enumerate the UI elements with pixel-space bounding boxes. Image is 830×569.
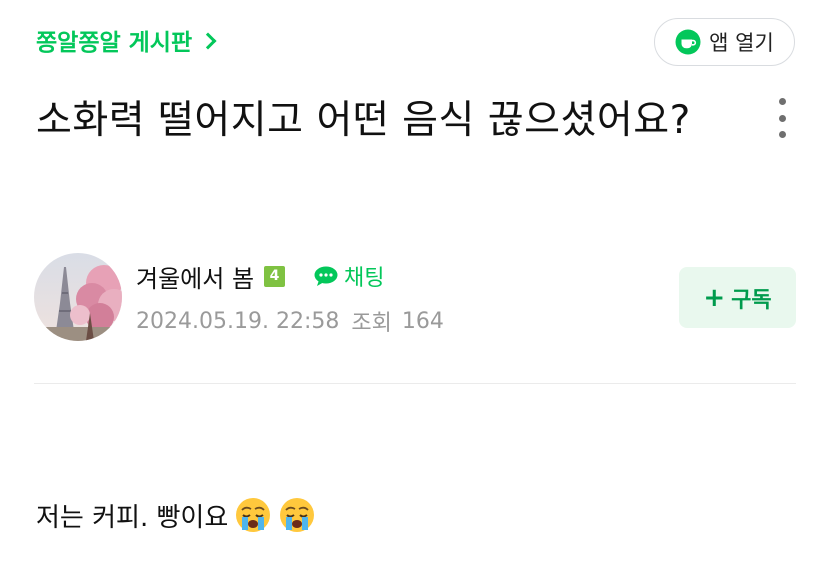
subscribe-label: 구독 (731, 287, 772, 313)
chat-bubble-icon (313, 265, 339, 287)
more-vertical-icon-dot (778, 131, 786, 138)
post-body-text: 저는 커피. 빵이요 (36, 502, 229, 533)
author-avatar[interactable] (34, 253, 122, 341)
chat-button[interactable]: 채팅 (313, 260, 385, 292)
author-name[interactable]: 겨울에서 봄 (136, 259, 254, 294)
more-options-button[interactable] (770, 98, 794, 138)
board-link[interactable]: 쫑알쫑알 게시판 (36, 22, 217, 58)
plus-icon: + (703, 282, 726, 313)
more-vertical-icon (778, 98, 786, 105)
chat-label: 채팅 (344, 266, 385, 291)
app-open-label: 앱 열기 (709, 31, 774, 55)
subscribe-button[interactable]: + 구독 (679, 267, 796, 328)
post-meta: 2024.05.19. 22:58 조회 164 (136, 304, 444, 338)
member-level-badge: 4 (264, 265, 286, 287)
divider (34, 383, 796, 384)
cafe-cup-icon (675, 29, 701, 55)
post-date: 2024.05.19. 22:58 (136, 308, 340, 334)
post-body: 저는 커피. 빵이요 (36, 492, 316, 538)
views-label: 조회 (351, 311, 392, 336)
board-name: 쫑알쫑알 게시판 (36, 30, 193, 56)
chevron-right-icon (199, 32, 217, 50)
crying-face-emoji (234, 496, 272, 534)
crying-face-emoji (278, 496, 316, 534)
author-info: 겨울에서 봄 4 채팅 (136, 256, 385, 296)
post-title: 소화력 떨어지고 어떤 음식 끊으셨어요? (36, 98, 691, 143)
app-open-button[interactable]: 앱 열기 (654, 18, 795, 66)
views-count: 164 (401, 308, 444, 334)
more-vertical-icon-dot (778, 114, 786, 122)
